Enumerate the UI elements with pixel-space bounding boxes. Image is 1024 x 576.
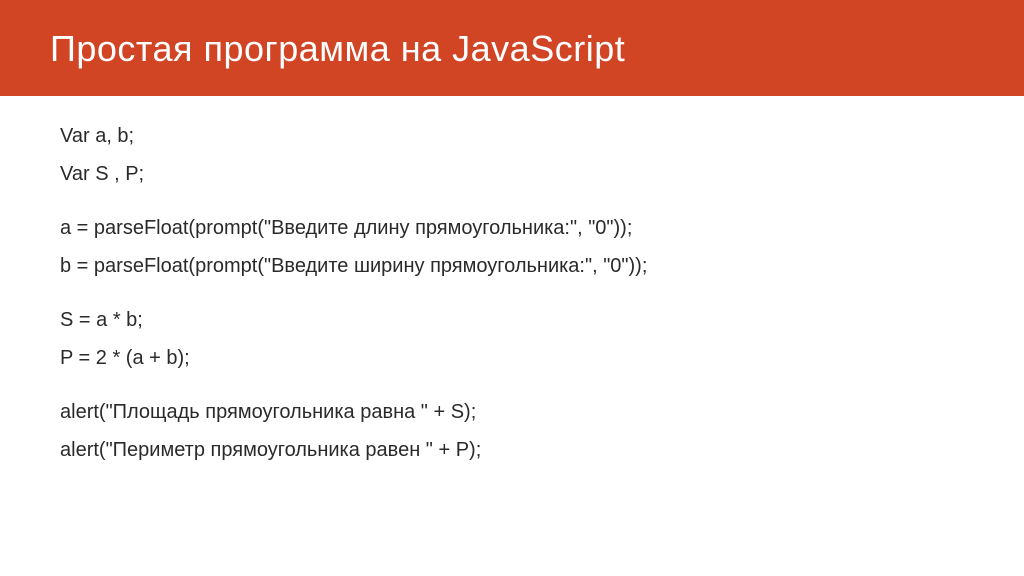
code-block-declarations: Var a, b; Var S , P;: [60, 122, 964, 188]
slide-header: Простая программа на JavaScript: [0, 0, 1024, 96]
code-line: S = a * b;: [60, 306, 964, 334]
code-line: Var a, b;: [60, 122, 964, 150]
slide-title: Простая программа на JavaScript: [50, 28, 974, 70]
code-line: a = parseFloat(prompt("Введите длину пря…: [60, 214, 964, 242]
slide-container: Простая программа на JavaScript Var a, b…: [0, 0, 1024, 576]
code-line: P = 2 * (a + b);: [60, 344, 964, 372]
code-block-output: alert("Площадь прямоугольника равна " + …: [60, 398, 964, 464]
code-block-input: a = parseFloat(prompt("Введите длину пря…: [60, 214, 964, 280]
code-line: b = parseFloat(prompt("Введите ширину пр…: [60, 252, 964, 280]
code-line: Var S , P;: [60, 160, 964, 188]
code-line: alert("Площадь прямоугольника равна " + …: [60, 398, 964, 426]
slide-content: Var a, b; Var S , P; a = parseFloat(prom…: [0, 96, 1024, 576]
code-block-calculation: S = a * b; P = 2 * (a + b);: [60, 306, 964, 372]
code-line: alert("Периметр прямоугольника равен " +…: [60, 436, 964, 464]
